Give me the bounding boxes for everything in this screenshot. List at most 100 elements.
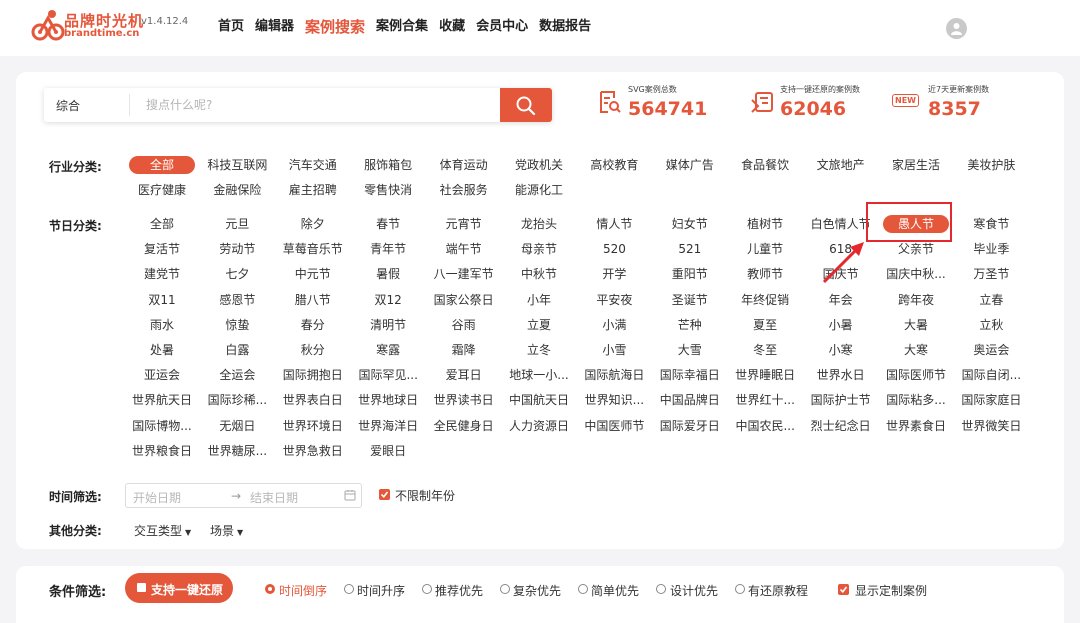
date-range-picker[interactable]: 开始日期 → 结束日期 <box>125 483 362 508</box>
industry-tag[interactable]: 科技互联网 <box>200 156 274 174</box>
festival-tag[interactable]: 复活节 <box>125 240 199 258</box>
festival-tag[interactable]: 儿童节 <box>728 240 802 258</box>
festival-tag[interactable]: 国家公祭日 <box>427 291 501 309</box>
nav-case-search[interactable]: 案例搜索 <box>305 18 365 36</box>
festival-tag[interactable]: 除夕 <box>276 215 350 233</box>
festival-tag[interactable]: 惊蛰 <box>200 316 274 334</box>
festival-tag[interactable]: 国际护士节 <box>804 391 878 409</box>
festival-tag[interactable]: 地球一小... <box>502 366 576 384</box>
festival-tag[interactable]: 世界环境日 <box>276 417 350 435</box>
sort-radio-time-desc[interactable] <box>265 584 275 594</box>
industry-tag[interactable]: 医疗健康 <box>125 181 199 199</box>
industry-tag[interactable]: 雇主招聘 <box>276 181 350 199</box>
festival-tag[interactable]: 世界表白日 <box>276 391 350 409</box>
festival-tag[interactable]: 世界素食日 <box>879 417 953 435</box>
festival-tag[interactable]: 世界粮食日 <box>125 442 199 460</box>
festival-tag[interactable]: 春节 <box>351 215 425 233</box>
festival-tag[interactable]: 全部 <box>125 215 199 233</box>
start-date-input[interactable]: 开始日期 <box>133 489 181 506</box>
sort-radio-simple[interactable] <box>578 584 588 594</box>
festival-tag[interactable]: 世界海洋日 <box>351 417 425 435</box>
festival-tag[interactable]: 人力资源日 <box>502 417 576 435</box>
festival-tag[interactable]: 立夏 <box>502 316 576 334</box>
festival-tag[interactable]: 妇女节 <box>653 215 727 233</box>
festival-tag[interactable]: 世界糖尿... <box>200 442 274 460</box>
festival-tag[interactable]: 大雪 <box>653 341 727 359</box>
festival-tag[interactable]: 七夕 <box>200 265 274 283</box>
industry-tag[interactable]: 社会服务 <box>427 181 501 199</box>
sort-option-simple[interactable]: 简单优先 <box>591 582 639 599</box>
industry-tag[interactable]: 金融保险 <box>200 181 274 199</box>
industry-tag[interactable]: 文旅地产 <box>804 156 878 174</box>
festival-tag[interactable]: 芒种 <box>653 316 727 334</box>
industry-tag[interactable]: 全部 <box>129 156 195 174</box>
festival-tag[interactable]: 全运会 <box>200 366 274 384</box>
festival-tag[interactable]: 寒露 <box>351 341 425 359</box>
festival-tag[interactable]: 年会 <box>804 291 878 309</box>
festival-tag[interactable]: 中国医师节 <box>577 417 651 435</box>
industry-tag[interactable]: 零售快消 <box>351 181 425 199</box>
festival-tag[interactable]: 立春 <box>954 291 1028 309</box>
festival-tag[interactable]: 大暑 <box>879 316 953 334</box>
show-custom-label[interactable]: 显示定制案例 <box>855 582 927 599</box>
festival-tag[interactable]: 植树节 <box>728 215 802 233</box>
festival-tag[interactable]: 国际博物... <box>125 417 199 435</box>
festival-tag[interactable]: 毕业季 <box>954 240 1028 258</box>
festival-tag[interactable]: 爱耳日 <box>427 366 501 384</box>
festival-tag[interactable]: 国际幸福日 <box>653 366 727 384</box>
festival-tag[interactable]: 国庆中秋... <box>879 265 953 283</box>
festival-tag[interactable]: 重阳节 <box>653 265 727 283</box>
industry-tag[interactable]: 家居生活 <box>879 156 953 174</box>
nav-member-center[interactable]: 会员中心 <box>476 18 528 36</box>
festival-tag[interactable]: 世界水日 <box>804 366 878 384</box>
sort-radio-recommended[interactable] <box>422 584 432 594</box>
festival-tag[interactable]: 立冬 <box>502 341 576 359</box>
festival-tag[interactable]: 国际爱牙日 <box>653 417 727 435</box>
festival-tag[interactable]: 夏至 <box>728 316 802 334</box>
sort-option-design[interactable]: 设计优先 <box>670 582 718 599</box>
festival-tag[interactable]: 国际航海日 <box>577 366 651 384</box>
festival-tag[interactable]: 双12 <box>351 291 425 309</box>
festival-tag[interactable]: 国际医师节 <box>879 366 953 384</box>
festival-tag[interactable]: 中国品牌日 <box>653 391 727 409</box>
festival-tag[interactable]: 建党节 <box>125 265 199 283</box>
industry-tag[interactable]: 媒体广告 <box>653 156 727 174</box>
festival-tag[interactable]: 521 <box>653 240 727 258</box>
festival-tag[interactable]: 雨水 <box>125 316 199 334</box>
festival-tag[interactable]: 元宵节 <box>427 215 501 233</box>
festival-tag[interactable]: 冬至 <box>728 341 802 359</box>
logo-icon[interactable] <box>30 8 66 42</box>
festival-tag[interactable]: 小寒 <box>804 341 878 359</box>
festival-tag[interactable]: 霜降 <box>427 341 501 359</box>
festival-tag[interactable]: 爱眼日 <box>351 442 425 460</box>
festival-tag[interactable]: 国际拥抱日 <box>276 366 350 384</box>
sort-option-time-asc[interactable]: 时间升序 <box>357 582 405 599</box>
festival-tag[interactable]: 小暑 <box>804 316 878 334</box>
festival-tag[interactable]: 教师节 <box>728 265 802 283</box>
show-custom-checkbox[interactable] <box>838 584 849 595</box>
festival-tag[interactable]: 母亲节 <box>502 240 576 258</box>
festival-tag[interactable]: 青年节 <box>351 240 425 258</box>
sort-option-complex[interactable]: 复杂优先 <box>513 582 561 599</box>
festival-tag[interactable]: 父亲节 <box>879 240 953 258</box>
festival-tag[interactable]: 跨年夜 <box>879 291 953 309</box>
festival-tag[interactable]: 年终促销 <box>728 291 802 309</box>
festival-tag[interactable]: 谷雨 <box>427 316 501 334</box>
nav-data-report[interactable]: 数据报告 <box>539 18 591 36</box>
festival-tag[interactable]: 感恩节 <box>200 291 274 309</box>
industry-tag[interactable]: 汽车交通 <box>276 156 350 174</box>
sort-option-tutorial[interactable]: 有还原教程 <box>748 582 808 599</box>
nav-case-collection[interactable]: 案例合集 <box>376 18 428 36</box>
festival-tag[interactable]: 圣诞节 <box>653 291 727 309</box>
festival-tag[interactable]: 清明节 <box>351 316 425 334</box>
industry-tag[interactable]: 能源化工 <box>502 181 576 199</box>
festival-tag[interactable]: 中元节 <box>276 265 350 283</box>
industry-tag[interactable]: 服饰箱包 <box>351 156 425 174</box>
festival-tag[interactable]: 世界地球日 <box>351 391 425 409</box>
support-restore-button[interactable]: 支持一键还原 <box>125 573 233 603</box>
festival-tag[interactable]: 国际珍稀... <box>200 391 274 409</box>
search-type-select[interactable]: 综合 <box>56 97 80 114</box>
industry-tag[interactable]: 党政机关 <box>502 156 576 174</box>
festival-tag[interactable]: 立秋 <box>954 316 1028 334</box>
festival-tag[interactable]: 暑假 <box>351 265 425 283</box>
